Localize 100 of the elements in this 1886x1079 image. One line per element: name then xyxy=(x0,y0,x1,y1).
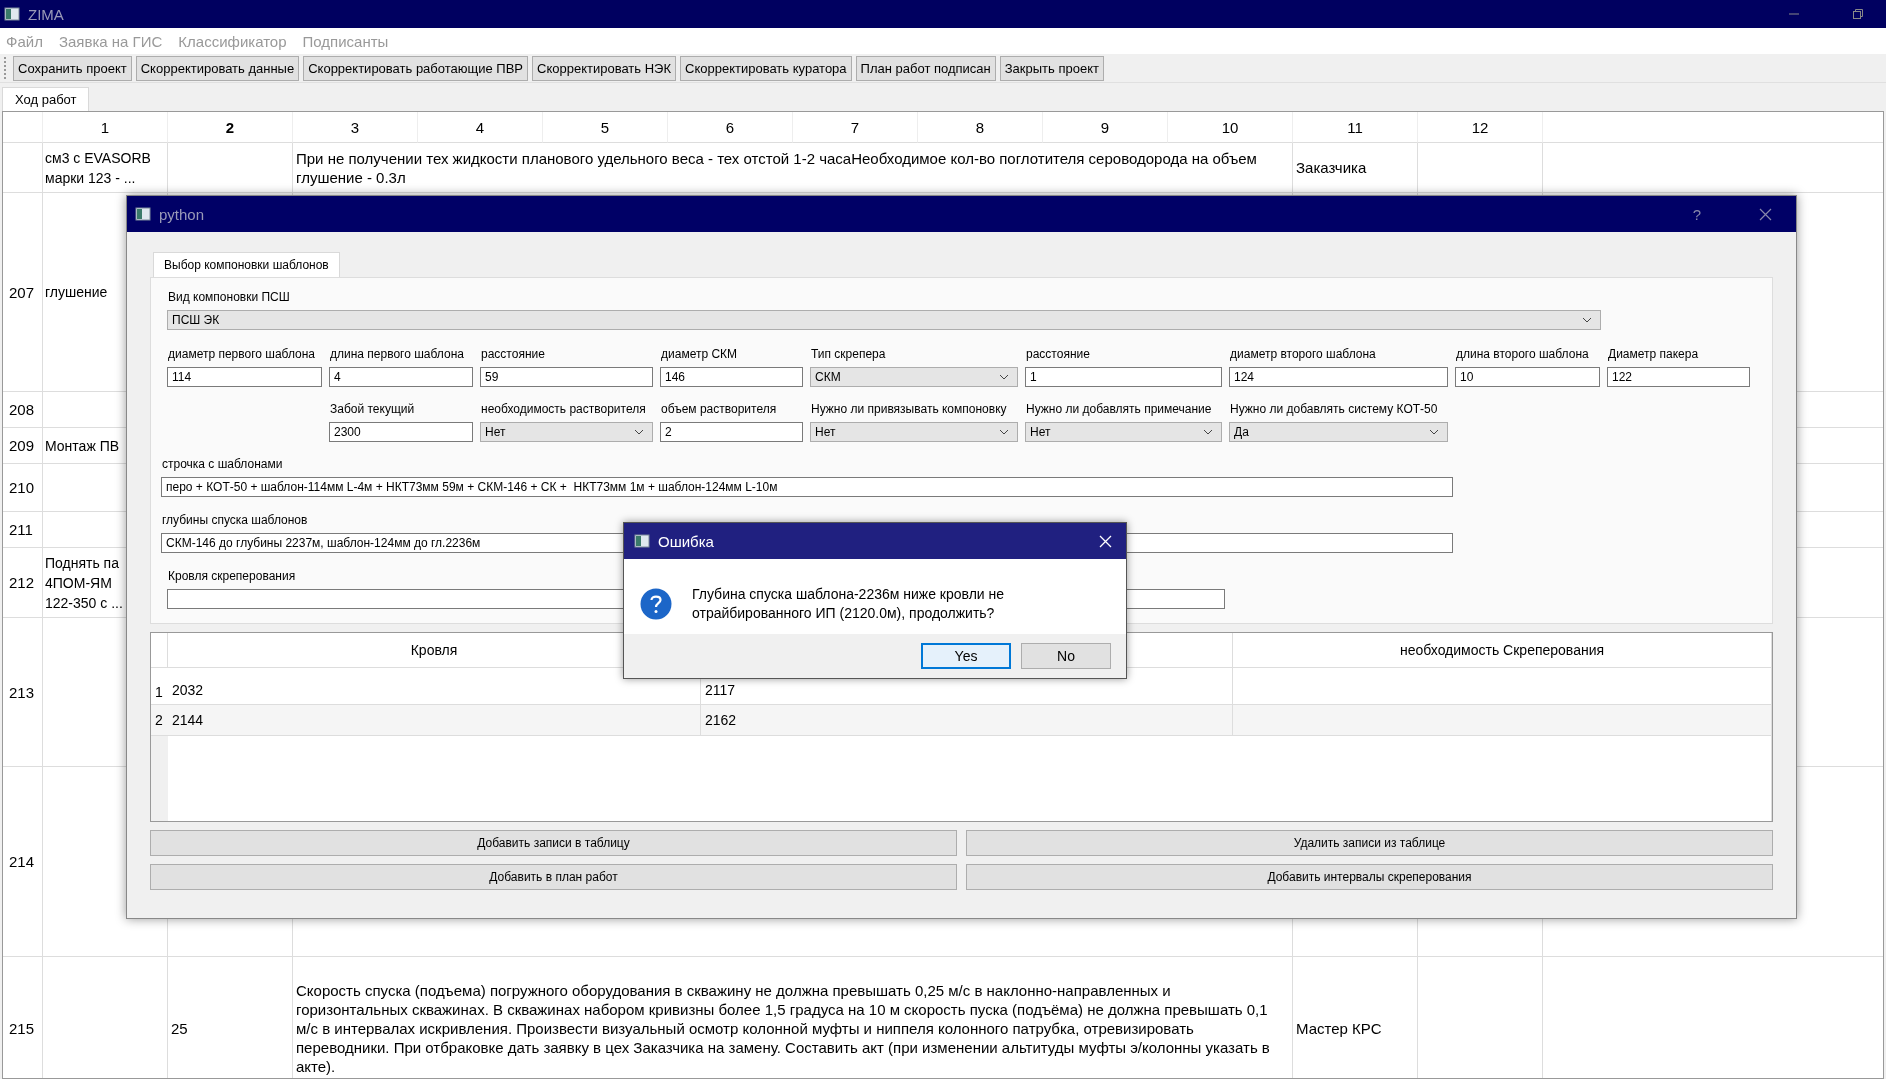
field-label: Нужно ли добавлять примечание xyxy=(1025,402,1212,418)
column-header[interactable]: 6 xyxy=(668,112,793,143)
dialog-button[interactable]: Добавить в план работ xyxy=(150,864,957,890)
dialog-button[interactable]: No xyxy=(1021,643,1111,669)
field-label: Нужно ли добавлять систему КОТ-50 xyxy=(1229,402,1438,418)
input-field[interactable]: 122 xyxy=(1607,367,1750,387)
column-header[interactable]: 3 xyxy=(293,112,418,143)
table-cell: Мастер КРС xyxy=(1296,1018,1382,1039)
toolbar-button[interactable]: Сохранить проект xyxy=(13,55,132,81)
toolbar-button[interactable]: План работ подписан xyxy=(855,55,996,81)
column-header[interactable]: 2 xyxy=(168,112,293,143)
dropdown[interactable]: ПСШ ЭК xyxy=(167,310,1601,330)
dropdown[interactable]: Нет xyxy=(810,422,1018,442)
dropdown[interactable]: Нет xyxy=(1025,422,1222,442)
field-label: диаметр первого шаблона xyxy=(167,347,316,363)
table-cell: 25 xyxy=(171,1018,188,1039)
field-label: Забой текущий xyxy=(329,402,415,418)
toolbar-button[interactable]: Скорректировать работающие ПВР xyxy=(303,55,528,81)
field-label: необходимость растворителя xyxy=(480,402,646,418)
row-header: 213 xyxy=(3,618,43,767)
chevron-icon xyxy=(634,429,644,435)
field-label: Тип скрепера xyxy=(810,347,886,363)
question-icon xyxy=(640,587,672,620)
input-field[interactable]: 10 xyxy=(1455,367,1600,387)
field-label: длина первого шаблона xyxy=(329,347,464,363)
input-field[interactable]: 59 xyxy=(480,367,653,387)
table-cell: Скорость спуска (подъема) погружного оборудования в скважину не должна превышать 0,25 м/с в наклонно-направленных и горизонтальных скважинах. В скважинах набором кривизны более 1,5 градуса на 10 м скорость пуска (подъёма) не должна превышать 0,1 м/с в интервалах искривления. Произвести визуальный осмотр колонной муфты и ниппеля колонного патрубка, отревизировать переводники. При отбраковке дать заявку в цех Заказчика на замену. Составить акт (при изменении альтитуды муфты э/колонны указать в акте). xyxy=(296,981,1270,1076)
input-field[interactable]: перо + КОТ-50 + шаблон-114мм L-4м + НКТ73мм 59м + СКМ-146 + СК + НКТ73мм 1м + шаблон-124мм L-10м xyxy=(161,477,1453,497)
row-header: 211 xyxy=(3,512,43,548)
table-cell-text: 2162 xyxy=(705,711,737,730)
column-header: необходимость Скреперования xyxy=(1233,633,1772,667)
dialog-button[interactable]: Удалить записи из таблице xyxy=(966,830,1773,856)
dropdown[interactable]: СКМ xyxy=(810,367,1018,387)
input-field[interactable]: 114 xyxy=(167,367,322,387)
tab[interactable]: Ход работ xyxy=(2,87,90,111)
column-header[interactable]: 7 xyxy=(793,112,918,143)
input-field[interactable]: 2300 xyxy=(329,422,473,442)
dropdown[interactable]: Нет xyxy=(480,422,653,442)
field-label: глубины спуска шаблонов xyxy=(161,513,308,529)
input-field[interactable]: 1 xyxy=(1025,367,1222,387)
row-header: 214 xyxy=(3,767,43,957)
window-title: python xyxy=(159,205,205,223)
field-label: расстояние xyxy=(480,347,545,363)
window-title: ZIMA xyxy=(28,5,64,23)
column-header[interactable]: 9 xyxy=(1043,112,1168,143)
toolbar-grip xyxy=(4,57,9,79)
row-header: 209 xyxy=(3,428,43,464)
field-label: диаметр второго шаблона xyxy=(1229,347,1376,363)
field-label: строчка с шаблонами xyxy=(161,457,283,473)
field-label: длина второго шаблона xyxy=(1455,347,1589,363)
row-header: 215 xyxy=(3,957,43,1078)
input-field[interactable]: 124 xyxy=(1229,367,1448,387)
dialog-button[interactable]: Добавить интервалы скреперования xyxy=(966,864,1773,890)
toolbar-button[interactable]: Скорректировать НЭК xyxy=(532,55,676,81)
field-label: Вид компоновки ПСШ xyxy=(167,290,290,306)
app-icon xyxy=(4,6,20,22)
input-field[interactable]: 4 xyxy=(329,367,473,387)
toolbar-button[interactable]: Скорректировать данные xyxy=(135,55,300,81)
field-label: Диаметр пакера xyxy=(1607,347,1699,363)
dialog-button[interactable]: Добавить записи в таблицу xyxy=(150,830,957,856)
dialog-button[interactable]: Yes xyxy=(921,643,1011,669)
table-cell-text: глушение xyxy=(45,283,108,302)
table-cell-text: Монтаж ПВ xyxy=(45,436,120,456)
column-header[interactable]: 5 xyxy=(543,112,668,143)
column-header[interactable]: 4 xyxy=(418,112,543,143)
message-text: Глубина спуска шаблона-2236м ниже кровли не отрайбированного ИП (2120.0м), продолжить? xyxy=(692,584,1006,623)
row-header: 207 xyxy=(3,193,43,392)
tab[interactable]: Выбор компоновки шаблонов xyxy=(153,252,340,277)
input-field[interactable]: 2 xyxy=(660,422,803,442)
dropdown[interactable]: Да xyxy=(1229,422,1448,442)
chevron-icon xyxy=(999,374,1009,380)
input-field[interactable]: 146 xyxy=(660,367,803,387)
app-icon xyxy=(634,533,650,549)
toolbar-button[interactable]: Скорректировать куратора xyxy=(680,55,852,81)
restore-icon[interactable] xyxy=(1852,8,1864,20)
chevron-icon xyxy=(1429,429,1439,435)
window-title: Ошибка xyxy=(658,532,714,550)
row-header: 2 xyxy=(151,704,168,735)
column-header[interactable]: 10 xyxy=(1168,112,1293,143)
table-cell-text: 2117 xyxy=(705,681,736,700)
column-header[interactable]: 1 xyxy=(43,112,168,143)
column-header[interactable]: 11 xyxy=(1293,112,1418,143)
chevron-icon xyxy=(1203,429,1213,435)
table-cell: Заказчика xyxy=(1296,157,1367,178)
row-header: 212 xyxy=(3,548,43,618)
field-label: расстояние xyxy=(1025,347,1090,363)
help-button[interactable]: ? xyxy=(1692,205,1701,223)
toolbar-button[interactable]: Закрыть проект xyxy=(999,55,1104,81)
chevron-icon xyxy=(999,429,1009,435)
table-cell xyxy=(3,112,43,143)
column-header[interactable]: 12 xyxy=(1418,112,1543,143)
table-cell-text: 2032 xyxy=(172,681,204,700)
app-icon xyxy=(135,206,151,222)
chevron-icon xyxy=(1582,317,1592,323)
field-label: объем растворителя xyxy=(660,402,777,418)
row-header: 208 xyxy=(3,392,43,428)
field-label: Нужно ли привязывать компоновку xyxy=(810,402,1007,418)
table-cell: При не получении тех жидкости планового удельного веса - тех отстой 1-2 часаНеобходимое кол-во поглотителя сероводорода на объем глушение - 0.3л xyxy=(296,148,1257,187)
column-header[interactable]: 8 xyxy=(918,112,1043,143)
field-label: Кровля скреперования xyxy=(167,569,296,585)
